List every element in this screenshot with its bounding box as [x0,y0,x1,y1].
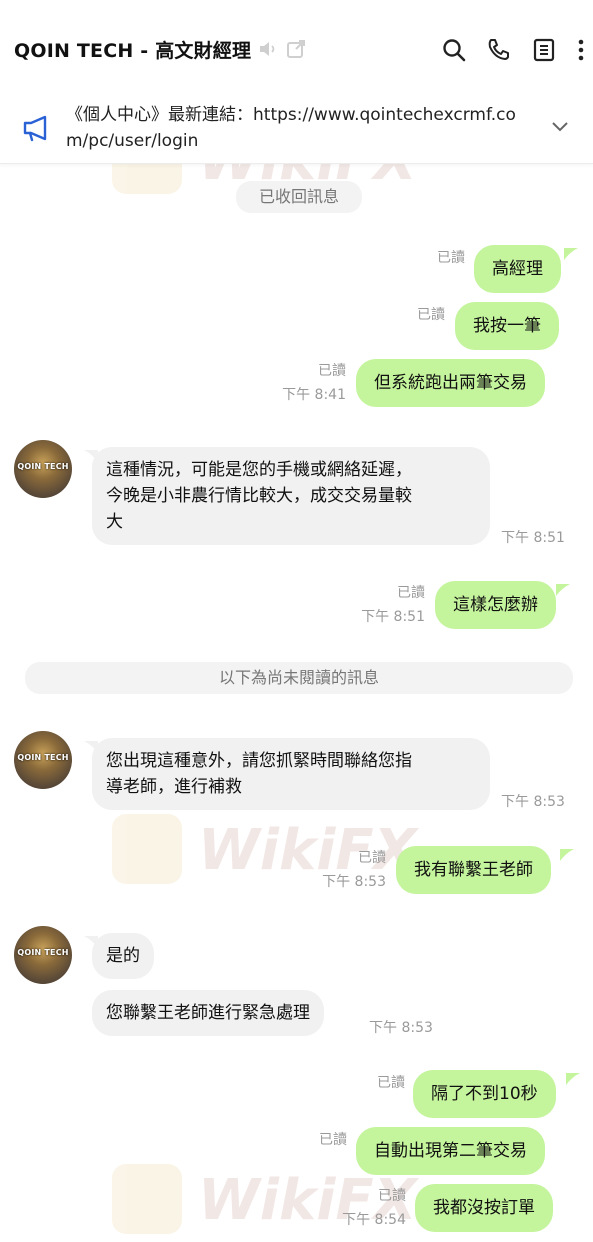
message-bubble-incoming[interactable]: 是的 [92,933,154,979]
message-time: 下午 8:53 [322,874,386,890]
read-status: 已讀 [437,250,465,266]
message-time: 下午 8:53 [369,1020,433,1036]
message-bubble-incoming[interactable]: 您聯繫王老師進行緊急處理 [92,990,324,1036]
chat-header: QOIN TECH - 高文財經理 [0,0,593,98]
mute-icon[interactable] [257,38,279,60]
bubble-tail [556,584,570,596]
external-window-icon[interactable] [285,38,307,60]
chevron-down-icon[interactable] [550,120,570,134]
message-line: 大 [106,512,123,532]
chat-area[interactable]: WikiFX WikiFX WikiFX WikiFX 已收回訊息 已讀 高經理… [0,164,593,1242]
message-bubble-outgoing[interactable]: 這樣怎麼辦 [435,581,556,629]
announcement-bar[interactable]: 《個人中心》最新連結：https://www.qointechexcrmf.co… [0,98,593,164]
message-line: 今晚是小非農行情比較大，成交交易量較 [106,486,412,506]
avatar[interactable]: QOIN TECH [14,926,72,984]
message-bubble-outgoing[interactable]: 高經理 [474,245,561,293]
message-bubble-outgoing[interactable]: 我都沒按訂單 [415,1184,553,1232]
more-icon[interactable] [568,37,593,63]
read-status: 已讀 [378,1188,406,1204]
read-status: 已讀 [318,363,346,379]
message-bubble-incoming[interactable]: 這種情況，可能是您的手機或網絡延遲， 今晚是小非農行情比較大，成交交易量較 大 [92,447,490,545]
read-status: 已讀 [397,585,425,601]
message-bubble-incoming[interactable]: 您出現這種意外，請您抓緊時間聯絡您指 導老師，進行補救 [92,738,490,810]
message-bubble-outgoing[interactable]: 我有聯繫王老師 [396,846,551,894]
message-time: 下午 8:51 [501,530,565,546]
megaphone-icon [23,115,47,142]
avatar[interactable]: QOIN TECH [14,731,72,789]
bubble-tail [560,849,574,861]
message-line: 導老師，進行補救 [106,777,242,797]
notes-icon[interactable] [531,37,557,63]
bubble-tail [566,1073,580,1085]
message-line: 您出現這種意外，請您抓緊時間聯絡您指 [106,751,412,771]
bubble-tail [564,248,578,260]
search-icon[interactable] [441,37,467,63]
unread-divider: 以下為尚未閱讀的訊息 [25,662,573,694]
message-bubble-outgoing[interactable]: 隔了不到10秒 [413,1070,556,1118]
phone-icon[interactable] [485,37,511,63]
message-time: 下午 8:41 [282,387,346,403]
avatar[interactable]: QOIN TECH [14,440,72,498]
message-time: 下午 8:53 [501,794,565,810]
read-status: 已讀 [417,307,445,323]
message-line: 這種情況，可能是您的手機或網絡延遲， [106,460,412,480]
announcement-text[interactable]: 《個人中心》最新連結：https://www.qointechexcrmf.co… [66,102,526,154]
read-status: 已讀 [319,1132,347,1148]
read-status: 已讀 [377,1075,405,1091]
message-bubble-outgoing[interactable]: 但系統跑出兩筆交易 [356,359,545,407]
message-time: 下午 8:51 [361,609,425,625]
read-status: 已讀 [358,850,386,866]
recalled-notice: 已收回訊息 [236,181,362,213]
message-bubble-outgoing[interactable]: 我按一筆 [455,302,559,350]
message-bubble-outgoing[interactable]: 自動出現第二筆交易 [356,1127,545,1175]
chat-title: QOIN TECH - 高文財經理 [14,40,252,62]
message-time: 下午 8:54 [342,1212,406,1228]
